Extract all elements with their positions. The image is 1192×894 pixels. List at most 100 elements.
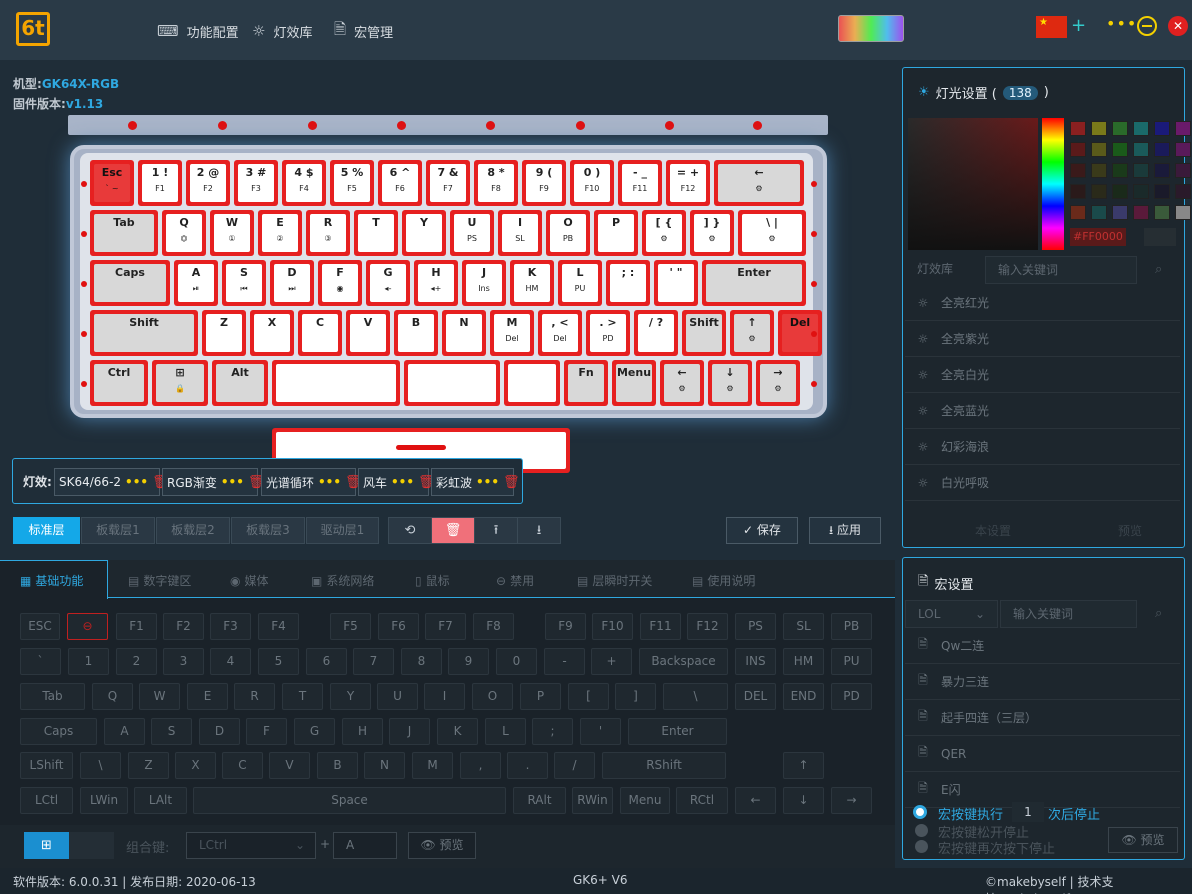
color-swatch[interactable] xyxy=(1091,142,1107,157)
key[interactable]: 8 * F8 xyxy=(474,160,518,206)
virtual-key[interactable]: K xyxy=(437,718,478,745)
trash-icon[interactable]: 🗑 xyxy=(503,475,520,490)
color-swatch[interactable] xyxy=(1133,205,1149,220)
download-icon[interactable]: ⭳ xyxy=(517,517,561,544)
key[interactable]: O PB xyxy=(546,210,590,256)
key[interactable]: = + F12 xyxy=(666,160,710,206)
key[interactable]: X xyxy=(250,310,294,356)
macro-preview-button[interactable]: 👁 预览 xyxy=(1108,827,1178,853)
key[interactable]: W① xyxy=(210,210,254,256)
virtual-key[interactable]: 4 xyxy=(210,648,251,675)
key[interactable]: U PS xyxy=(450,210,494,256)
virtual-key[interactable]: ← xyxy=(735,787,776,814)
color-picker-area[interactable] xyxy=(908,118,1038,250)
key[interactable]: D ⏭ xyxy=(270,260,314,306)
virtual-key[interactable]: + xyxy=(591,648,632,675)
macro-search-input[interactable]: 输入关键词 xyxy=(1000,600,1137,628)
virtual-key[interactable]: P xyxy=(520,683,561,710)
key[interactable]: V xyxy=(346,310,390,356)
virtual-key[interactable]: G xyxy=(294,718,335,745)
key[interactable]: F ◉ xyxy=(318,260,362,306)
virtual-key[interactable]: \ xyxy=(663,683,728,710)
more-icon[interactable]: ••• xyxy=(391,475,414,489)
key[interactable]: M Del xyxy=(490,310,534,356)
key[interactable]: 1 ! F1 xyxy=(138,160,182,206)
virtual-key[interactable]: PS xyxy=(735,613,776,640)
effect-item[interactable]: RGB渐变 ••• 🗑 xyxy=(162,468,264,496)
combo-key-field[interactable]: A xyxy=(333,832,397,859)
more-icon[interactable]: ••• xyxy=(476,475,499,489)
virtual-key[interactable]: RShift xyxy=(602,752,726,779)
key[interactable]: 0 ) F10 xyxy=(570,160,614,206)
key[interactable]: ] } ⚙ xyxy=(690,210,734,256)
key[interactable]: A ⏯ xyxy=(174,260,218,306)
virtual-key[interactable]: N xyxy=(364,752,405,779)
virtual-key[interactable]: ⊖ xyxy=(67,613,108,640)
virtual-key[interactable]: RWin xyxy=(572,787,613,814)
color-swatch[interactable] xyxy=(1112,163,1128,178)
tab-onboard-layer-1[interactable]: 板载层1 xyxy=(81,517,155,544)
macro-item[interactable]: 🗎 Qw二连 xyxy=(905,628,1180,664)
effect-item[interactable]: 光谱循环 ••• 🗑 xyxy=(261,468,362,496)
radio-execute-count[interactable] xyxy=(913,805,927,819)
china-flag-icon[interactable]: ★ xyxy=(1036,16,1067,38)
effect-item[interactable]: SK64/66-2 ••• 🗑 xyxy=(54,468,169,496)
key[interactable]: Y xyxy=(402,210,446,256)
virtual-key[interactable]: J xyxy=(389,718,430,745)
color-swatch[interactable] xyxy=(1175,142,1191,157)
virtual-key[interactable]: 7 xyxy=(353,648,394,675)
virtual-key[interactable]: Enter xyxy=(628,718,727,745)
tab-standard-layer[interactable]: 标准层 xyxy=(13,517,80,544)
virtual-key[interactable]: D xyxy=(199,718,240,745)
key[interactable]: Esc ` ~ xyxy=(90,160,134,206)
key[interactable] xyxy=(404,360,500,406)
key[interactable]: , < Del xyxy=(538,310,582,356)
save-button[interactable]: ✓ 保存 xyxy=(726,517,798,544)
key[interactable]: Caps xyxy=(90,260,170,306)
virtual-key[interactable]: 1 xyxy=(68,648,109,675)
color-swatch[interactable] xyxy=(1070,142,1086,157)
tab-2[interactable]: ◉ 媒体 xyxy=(230,572,269,589)
tab-1[interactable]: ▤ 数字键区 xyxy=(128,572,191,589)
color-swatch[interactable] xyxy=(1175,205,1191,220)
virtual-key[interactable]: V xyxy=(269,752,310,779)
reset-icon[interactable]: ⟲ xyxy=(388,517,432,544)
virtual-key[interactable]: ' xyxy=(580,718,621,745)
key[interactable]: C xyxy=(298,310,342,356)
key[interactable]: Enter xyxy=(702,260,806,306)
virtual-key[interactable]: W xyxy=(139,683,180,710)
repeat-count-input[interactable]: 1 xyxy=(1012,802,1044,822)
color-swatch[interactable] xyxy=(1133,121,1149,136)
search-icon[interactable]: ⌕ xyxy=(1155,606,1162,621)
virtual-key[interactable]: L xyxy=(485,718,526,745)
virtual-key[interactable]: O xyxy=(472,683,513,710)
key[interactable]: Shift xyxy=(90,310,198,356)
key[interactable]: N xyxy=(442,310,486,356)
virtual-key[interactable]: ] xyxy=(615,683,656,710)
virtual-key[interactable]: E xyxy=(187,683,228,710)
key[interactable]: L PU xyxy=(558,260,602,306)
virtual-key[interactable]: 0 xyxy=(496,648,537,675)
tab-6[interactable]: ▤ 层瞬时开关 xyxy=(577,572,652,589)
virtual-key[interactable]: F6 xyxy=(378,613,419,640)
color-swatch[interactable] xyxy=(1091,163,1107,178)
virtual-key[interactable]: Backspace xyxy=(639,648,728,675)
key[interactable] xyxy=(504,360,560,406)
upload-icon[interactable]: ⭱ xyxy=(474,517,518,544)
key[interactable]: ; : xyxy=(606,260,650,306)
virtual-key[interactable]: T xyxy=(282,683,323,710)
virtual-key[interactable]: INS xyxy=(735,648,776,675)
key[interactable]: 7 & F7 xyxy=(426,160,470,206)
key[interactable]: \ | ⚙ xyxy=(738,210,806,256)
virtual-key[interactable]: Q xyxy=(92,683,133,710)
light-search-input[interactable]: 输入关键词 xyxy=(985,256,1137,284)
color-swatch[interactable] xyxy=(1112,142,1128,157)
virtual-key[interactable]: 3 xyxy=(163,648,204,675)
light-set-button[interactable]: 本设置 xyxy=(975,522,1011,539)
virtual-key[interactable]: Y xyxy=(330,683,371,710)
color-swatch[interactable] xyxy=(1112,205,1128,220)
color-swatch[interactable] xyxy=(1112,121,1128,136)
virtual-key[interactable]: Z xyxy=(128,752,169,779)
virtual-key[interactable]: → xyxy=(831,787,872,814)
nav-function-config[interactable]: ⌨ 功能配置 xyxy=(157,22,239,41)
